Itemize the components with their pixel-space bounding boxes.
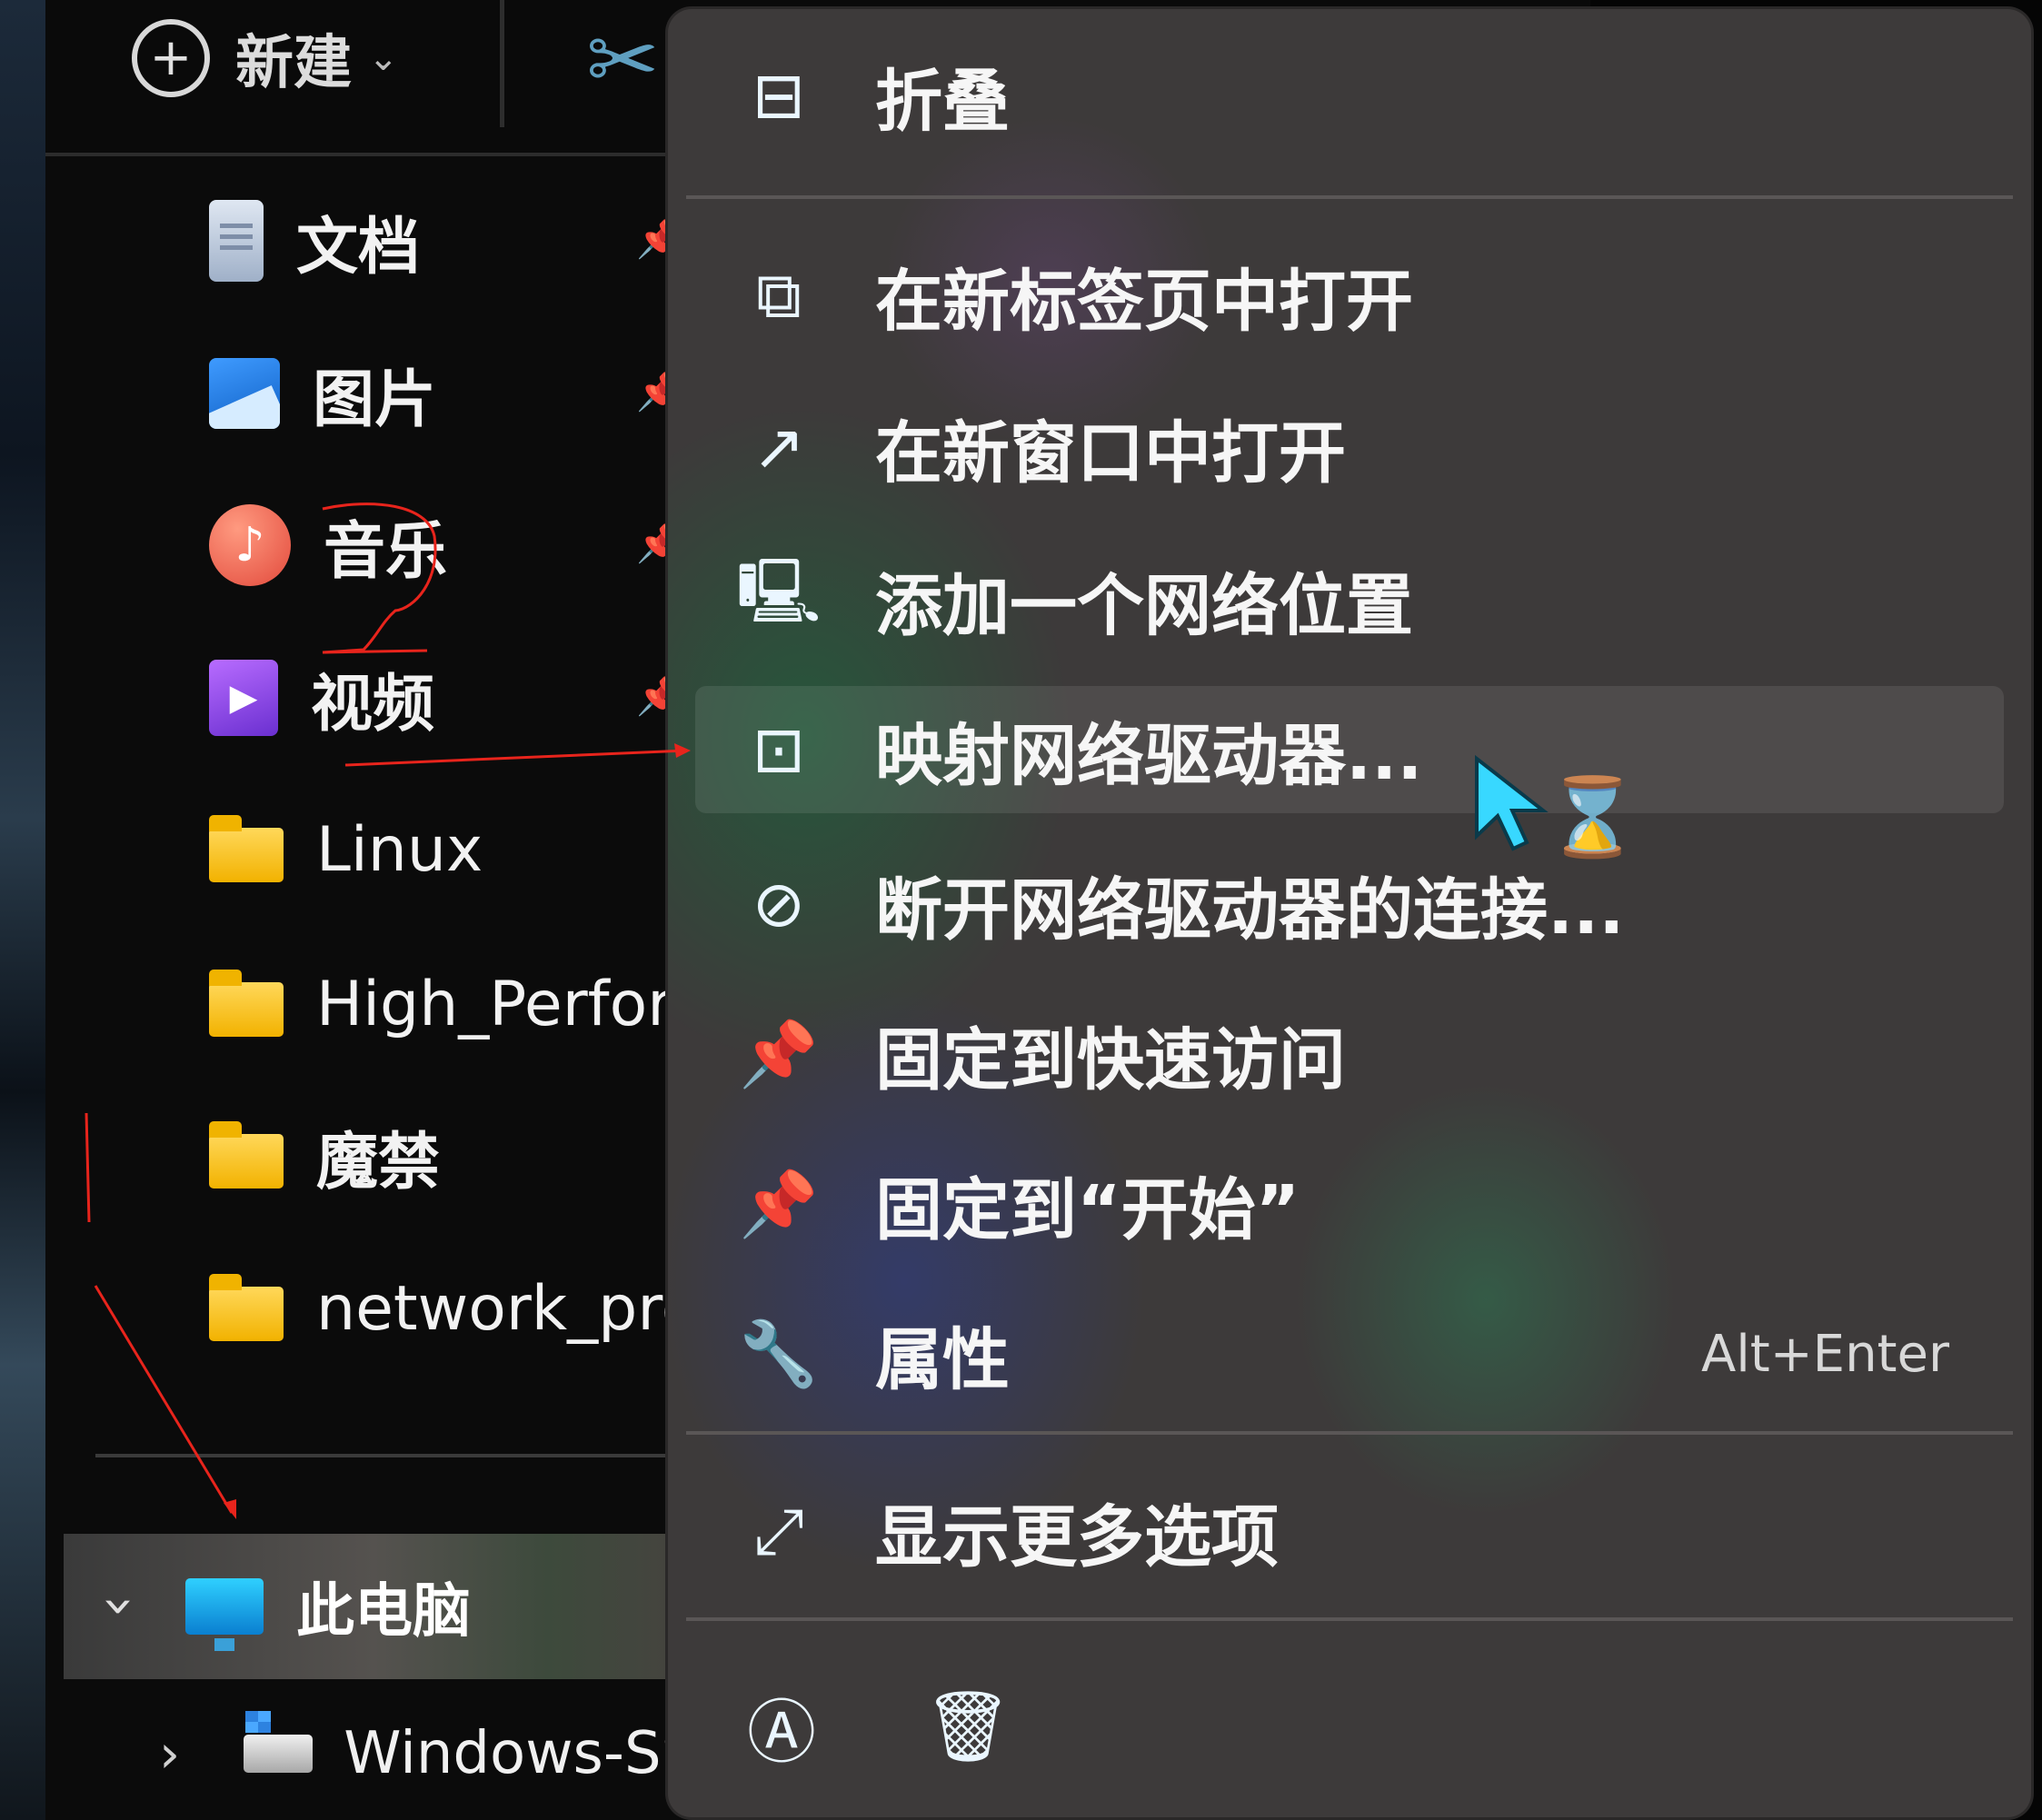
document-icon	[209, 200, 264, 282]
menu-item-label: 属性	[875, 1320, 1010, 1399]
menu-item-collapse[interactable]: ⊟ 折叠	[695, 32, 2004, 159]
disconnect-drive-icon: ⊘	[752, 867, 806, 941]
nav-item-pictures[interactable]: 图片	[209, 334, 436, 453]
folder-icon	[209, 1274, 284, 1341]
nav-item-network-prog[interactable]: network_prog	[209, 1249, 739, 1367]
hourglass-icon: ⌛	[1545, 772, 1640, 861]
nav-item-label: 魔禁	[316, 1126, 441, 1198]
collapse-icon: ⊟	[752, 58, 806, 133]
nav-item-label: 音乐	[324, 515, 448, 588]
open-new-tab-icon: ⧉	[756, 257, 802, 333]
menu-item-label: 在新窗口中打开	[875, 413, 1346, 492]
monitor-icon	[185, 1578, 264, 1651]
new-button[interactable]: + 新建 ⌄	[132, 16, 399, 100]
menu-item-disconnect-network-drive[interactable]: ⊘ 断开网络驱动器的连接...	[695, 840, 2004, 968]
new-button-label: 新建	[235, 30, 352, 97]
menu-item-label: 固定到“开始”	[875, 1170, 1300, 1249]
chevron-right-icon[interactable]: ›	[159, 1723, 180, 1785]
menu-item-label: 映射网络驱动器...	[875, 716, 1423, 795]
menu-separator	[686, 1617, 2013, 1621]
open-new-window-icon: ↗	[752, 410, 806, 484]
show-more-options-icon: ⤢	[753, 1493, 804, 1568]
nav-item-this-pc[interactable]: › 此电脑	[64, 1534, 754, 1679]
chevron-down-icon: ⌄	[368, 37, 399, 79]
nav-item-label: 此电脑	[296, 1578, 471, 1646]
desktop-background-strip	[0, 0, 45, 1820]
menu-item-open-new-window[interactable]: ↗ 在新窗口中打开	[695, 383, 2004, 511]
nav-item-label: 图片	[313, 363, 437, 436]
mouse-pointer-icon	[1475, 754, 1549, 851]
chevron-right-icon[interactable]: ›	[88, 1596, 152, 1617]
nav-item-videos[interactable]: ▶ 视频	[209, 639, 434, 757]
pin-icon: 📌	[739, 1016, 819, 1091]
menu-separator	[686, 195, 2013, 199]
nav-item-label: 文档	[296, 211, 421, 283]
menu-separator	[686, 1431, 2013, 1435]
context-menu: ⊟ 折叠 ⧉ 在新标签页中打开 ↗ 在新窗口中打开 🖳 添加一个网络位置 ⊡ 映…	[668, 9, 2031, 1817]
rename-icon[interactable]: Ⓐ	[736, 1681, 827, 1773]
video-icon: ▶	[209, 660, 278, 736]
nav-item-linux[interactable]: Linux	[209, 791, 483, 909]
picture-icon	[209, 358, 280, 429]
nav-item-label: Windows-SS	[344, 1720, 699, 1787]
delete-icon[interactable]: 🗑	[922, 1681, 1013, 1772]
folder-icon	[209, 815, 284, 882]
drive-icon	[244, 1711, 314, 1773]
nav-item-music[interactable]: ♪ 音乐	[209, 486, 447, 604]
menu-item-show-more-options[interactable]: ⤢ 显示更多选项	[695, 1467, 2004, 1595]
network-drive-icon: ⊡	[752, 712, 806, 787]
menu-item-label: 折叠	[875, 62, 1010, 141]
menu-item-label: 显示更多选项	[875, 1497, 1279, 1576]
keyboard-shortcut: Alt+Enter	[1700, 1324, 1949, 1384]
nav-item-high-perform[interactable]: High_Perform	[209, 945, 732, 1063]
menu-item-label: 在新标签页中打开	[875, 262, 1413, 341]
cut-icon[interactable]: ✂	[586, 9, 659, 111]
folder-icon	[209, 970, 284, 1037]
nav-item-label: Linux	[316, 813, 483, 886]
menu-item-label: 添加一个网络位置	[875, 566, 1413, 645]
toolbar-divider	[500, 0, 504, 127]
menu-item-label: 固定到快速访问	[875, 1020, 1346, 1099]
nav-divider	[95, 1454, 732, 1457]
network-location-icon: 🖳	[736, 553, 822, 629]
folder-icon	[209, 1121, 284, 1188]
pin-icon: 📌	[739, 1166, 819, 1241]
menu-item-pin-start[interactable]: 📌 固定到“开始”	[695, 1140, 2004, 1268]
nav-item-windows-drive[interactable]: › Windows-SS	[159, 1699, 698, 1808]
menu-item-add-network-location[interactable]: 🖳 添加一个网络位置	[695, 536, 2004, 663]
menu-item-properties[interactable]: 🔧 属性 Alt+Enter	[695, 1290, 2004, 1417]
menu-item-pin-quick-access[interactable]: 📌 固定到快速访问	[695, 990, 2004, 1118]
menu-item-label: 断开网络驱动器的连接...	[875, 870, 1625, 950]
music-icon: ♪	[209, 504, 291, 586]
menu-item-map-network-drive[interactable]: ⊡ 映射网络驱动器...	[695, 686, 2004, 813]
nav-item-label: 视频	[311, 668, 435, 741]
plus-icon: +	[132, 19, 210, 97]
nav-item-documents[interactable]: 文档	[209, 182, 420, 300]
nav-item-mojin[interactable]: 魔禁	[209, 1097, 440, 1215]
menu-item-open-new-tab[interactable]: ⧉ 在新标签页中打开	[695, 232, 2004, 359]
wrench-icon: 🔧	[739, 1316, 819, 1391]
